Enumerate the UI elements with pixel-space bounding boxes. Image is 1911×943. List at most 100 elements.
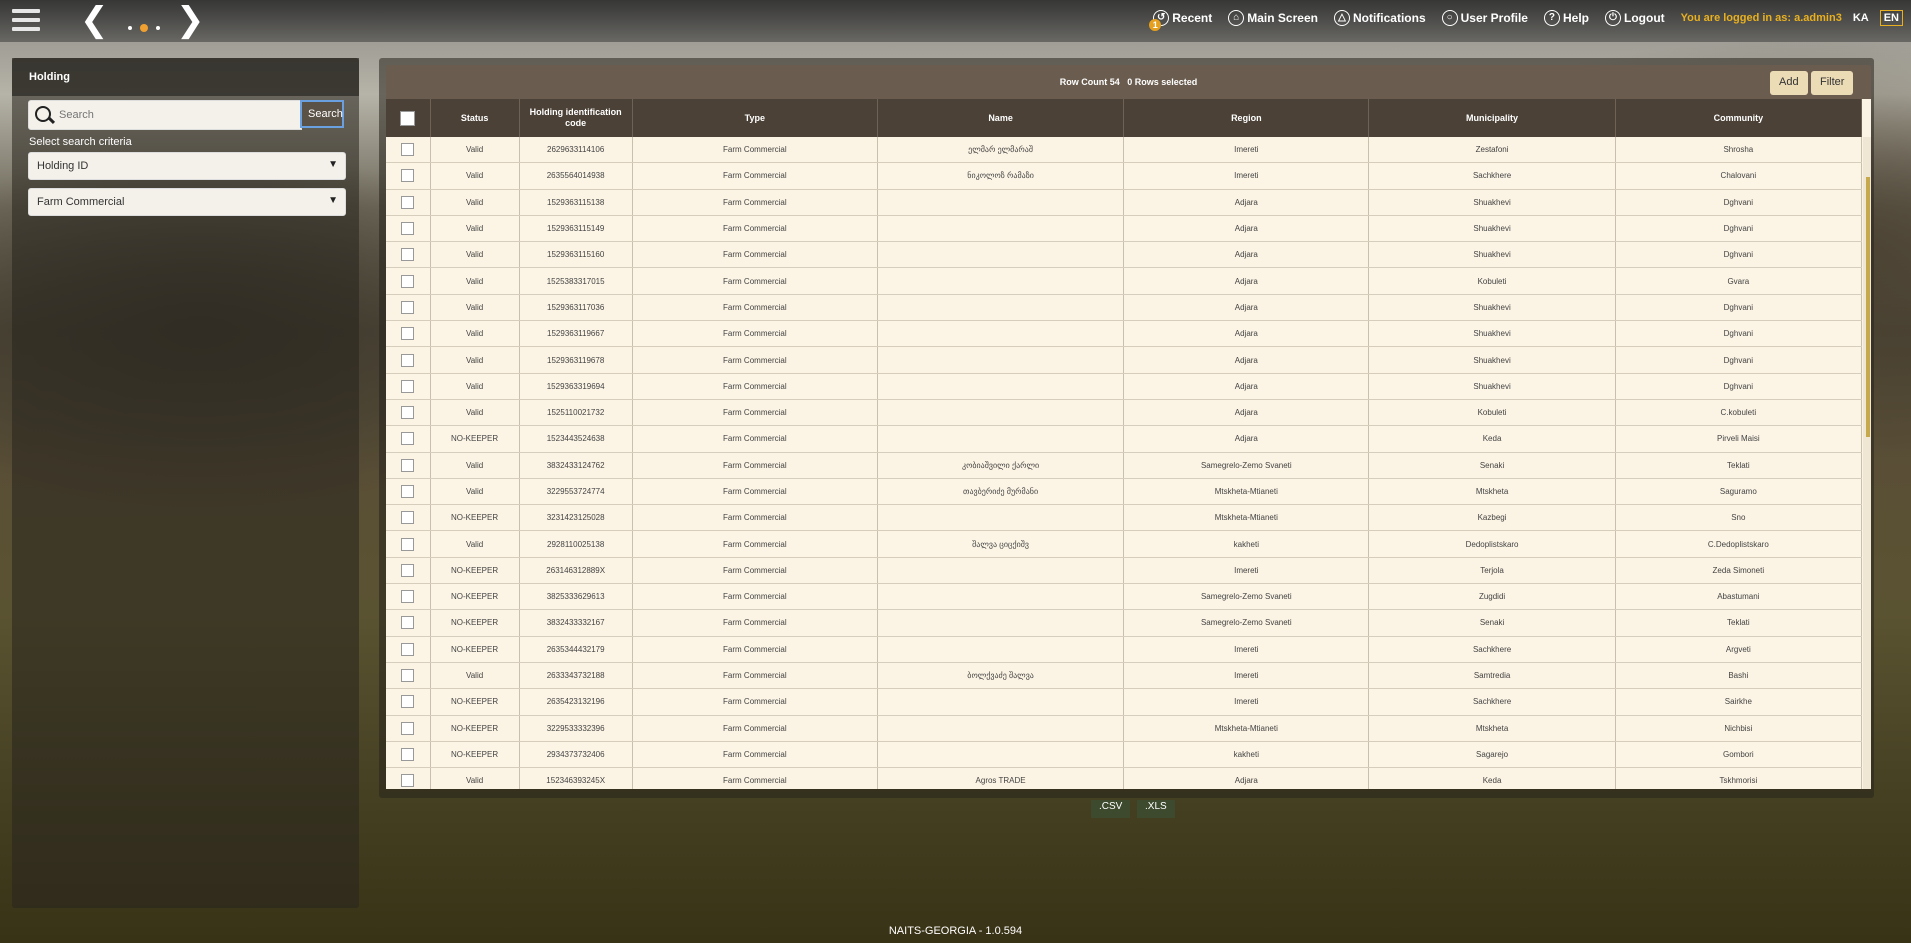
- row-checkbox[interactable]: [401, 485, 415, 498]
- table-row[interactable]: NO-KEEPER 2934373732406 Farm Commercial kak…: [386, 741, 1863, 769]
- row-checkbox[interactable]: [401, 747, 415, 761]
- table-row[interactable]: NO-KEEPER 3231423125028 Farm Commercial Mts…: [386, 504, 1863, 532]
- col-header[interactable]: Community: [1615, 99, 1863, 137]
- select-all-checkbox[interactable]: [400, 110, 416, 126]
- table-cell: Samegrelo-Zemo Svaneti: [1123, 452, 1370, 479]
- table-row[interactable]: NO-KEEPER 2635344432179 Farm Commercial Ime…: [386, 636, 1863, 663]
- table-row[interactable]: Valid 1525383317015 Farm Commercial Adjara K…: [386, 267, 1863, 295]
- table-cell: Valid: [430, 478, 520, 506]
- table-row[interactable]: Valid 3832433124762 Farm Commercial კობიაშვ…: [386, 452, 1863, 479]
- table-row[interactable]: Valid 2629633114106 Farm Commercial ელმარ ე…: [386, 137, 1863, 164]
- table-row[interactable]: NO-KEEPER 2635423132196 Farm Commercial Ime…: [386, 688, 1863, 716]
- add-button[interactable]: Add: [1770, 71, 1808, 95]
- criteria-select[interactable]: Holding ID ▼: [28, 152, 346, 180]
- table-row[interactable]: Valid 1529363119667 Farm Commercial Adjara S…: [386, 320, 1863, 348]
- row-checkbox[interactable]: [401, 511, 415, 525]
- row-checkbox[interactable]: [401, 169, 415, 183]
- row-checkbox[interactable]: [401, 195, 415, 209]
- lang-ka[interactable]: KA: [1850, 11, 1872, 25]
- row-checkbox[interactable]: [401, 327, 415, 341]
- row-checkbox[interactable]: [401, 590, 415, 604]
- type-select[interactable]: Farm Commercial ▼: [28, 188, 346, 216]
- menu-main-screen[interactable]: ⌂ Main Screen: [1228, 10, 1318, 26]
- table-cell: 1529363117036: [519, 294, 633, 322]
- row-checkbox[interactable]: [401, 721, 415, 735]
- row-checkbox[interactable]: [401, 353, 415, 367]
- table-cell: Farm Commercial: [632, 241, 878, 269]
- table-row[interactable]: Valid 1525110021732 Farm Commercial Adjara K…: [386, 399, 1863, 427]
- menu-user-profile[interactable]: ○ User Profile: [1441, 10, 1528, 26]
- col-header[interactable]: Holding identification code: [519, 99, 633, 137]
- table-row[interactable]: Valid 2635564014938 Farm Commercial ნიკოლოზ…: [386, 162, 1863, 190]
- table-row[interactable]: Valid 1529363117036 Farm Commercial Adjara S…: [386, 294, 1863, 322]
- table-cell: Valid: [430, 767, 520, 789]
- table-row[interactable]: Valid 3229553724774 Farm Commercial თავბერი…: [386, 478, 1863, 506]
- menu-recent[interactable]: ↺ 1 Recent: [1149, 10, 1212, 31]
- table-row[interactable]: Valid 1529363115160 Farm Commercial Adjara S…: [386, 241, 1863, 269]
- search-sidebar: Holding Search Select search criteria Ho…: [12, 58, 359, 908]
- menu-logout[interactable]: ⏻ Logout: [1605, 10, 1665, 26]
- table-cell: Shuakhevi: [1368, 241, 1616, 269]
- row-checkbox[interactable]: [401, 432, 415, 446]
- col-header[interactable]: Region: [1123, 99, 1370, 137]
- row-checkbox[interactable]: [401, 563, 415, 577]
- row-checkbox[interactable]: [401, 616, 415, 630]
- col-header[interactable]: Type: [632, 99, 878, 137]
- row-checkbox[interactable]: [401, 458, 415, 472]
- row-checkbox[interactable]: [401, 774, 415, 788]
- forward-arrow-icon[interactable]: ❯: [176, 2, 205, 38]
- back-arrow-icon[interactable]: ❮: [80, 2, 109, 38]
- criteria-label: Select search criteria: [29, 136, 132, 148]
- hamburger-menu-icon[interactable]: [12, 9, 40, 33]
- table-cell: Farm Commercial: [632, 767, 878, 789]
- lang-en[interactable]: EN: [1879, 10, 1903, 26]
- menu-notifications[interactable]: △ Notifications: [1333, 10, 1426, 26]
- table-row[interactable]: Valid 152346393245X Farm Commercial Agros T…: [386, 767, 1863, 789]
- export-csv-button[interactable]: .CSV: [1091, 800, 1131, 818]
- search-input[interactable]: [57, 105, 299, 125]
- search-field[interactable]: [28, 100, 302, 130]
- table-cell: [877, 583, 1125, 611]
- table-cell: Imereti: [1123, 162, 1370, 190]
- table-cell: Valid: [430, 267, 520, 295]
- row-checkbox[interactable]: [401, 222, 415, 236]
- row-checkbox[interactable]: [401, 669, 415, 683]
- row-checkbox[interactable]: [401, 695, 415, 709]
- row-checkbox[interactable]: [401, 248, 415, 262]
- table-cell: C.Dedoplistskaro: [1615, 530, 1863, 558]
- row-checkbox[interactable]: [401, 537, 415, 551]
- table-row[interactable]: NO-KEEPER 3229533332396 Farm Commercial Mts…: [386, 715, 1863, 742]
- col-header[interactable]: Name: [877, 99, 1125, 137]
- table-row[interactable]: Valid 2928110025138 Farm Commercial შალვა ც…: [386, 530, 1863, 558]
- row-checkbox[interactable]: [401, 642, 415, 656]
- table-cell: 3229533332396: [519, 715, 633, 742]
- filter-button[interactable]: Filter: [1811, 71, 1854, 95]
- table-row[interactable]: NO-KEEPER 3832433332167 Farm Commercial Sam…: [386, 609, 1863, 637]
- table-row[interactable]: NO-KEEPER 1523443524638 Farm Commercial Adj…: [386, 425, 1863, 453]
- search-button[interactable]: Search: [300, 100, 344, 128]
- col-header[interactable]: Status: [430, 99, 520, 137]
- row-checkbox[interactable]: [401, 406, 415, 420]
- table-cell: Farm Commercial: [632, 267, 878, 295]
- table-cell: [877, 189, 1125, 216]
- scrollbar-thumb[interactable]: [1866, 177, 1870, 437]
- table-row[interactable]: Valid 1529363115149 Farm Commercial Adjara S…: [386, 215, 1863, 243]
- table-row[interactable]: Valid 1529363119678 Farm Commercial Adjara S…: [386, 346, 1863, 374]
- table-cell: ბოლქვაძე შალვა: [877, 662, 1125, 690]
- row-checkbox[interactable]: [401, 274, 415, 288]
- col-header[interactable]: Municipality: [1368, 99, 1616, 137]
- table-cell: Imereti: [1123, 557, 1370, 585]
- vertical-scrollbar[interactable]: [1863, 137, 1871, 789]
- row-checkbox[interactable]: [401, 300, 415, 314]
- table-row[interactable]: Valid 1529363115138 Farm Commercial Adjara S…: [386, 189, 1863, 216]
- row-checkbox[interactable]: [401, 143, 415, 157]
- table-cell: ნიკოლოზ რამაზი: [877, 162, 1125, 190]
- table-row[interactable]: NO-KEEPER 263146312889X Farm Commercial Ime…: [386, 557, 1863, 585]
- table-row[interactable]: Valid 2633343732188 Farm Commercial ბოლქვაძ…: [386, 662, 1863, 690]
- table-row[interactable]: Valid 1529363319694 Farm Commercial Adjara S…: [386, 373, 1863, 400]
- menu-help[interactable]: ? Help: [1543, 10, 1589, 26]
- row-checkbox[interactable]: [401, 379, 415, 393]
- table-row[interactable]: NO-KEEPER 3825333629613 Farm Commercial Sam…: [386, 583, 1863, 611]
- export-xls-button[interactable]: .XLS: [1137, 800, 1175, 818]
- row-select-cell: [386, 741, 431, 769]
